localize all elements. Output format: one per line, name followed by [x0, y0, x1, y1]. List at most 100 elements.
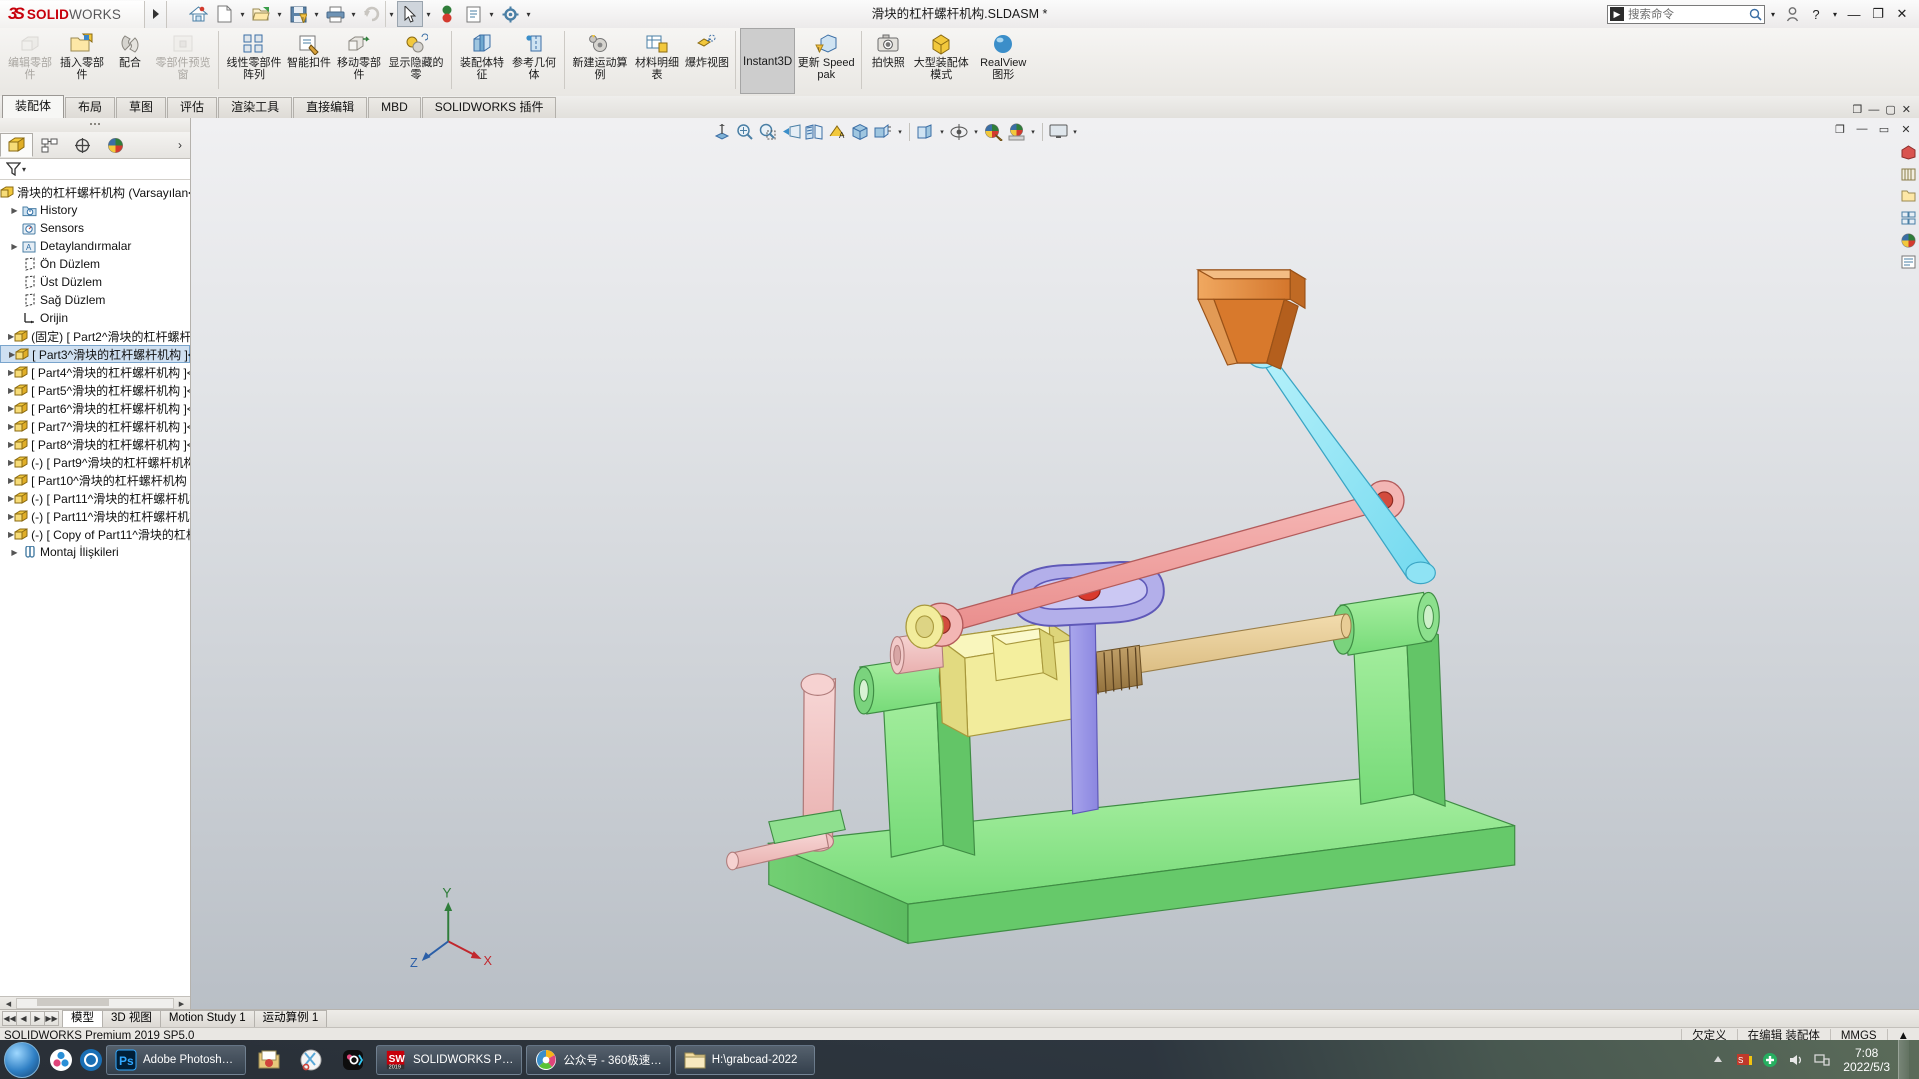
file-properties-icon[interactable]: [460, 1, 486, 27]
file-properties-dropdown[interactable]: ▾: [486, 1, 497, 27]
bottom-tab-3[interactable]: 运动算例 1: [253, 1009, 328, 1028]
home-icon[interactable]: [185, 1, 211, 27]
tree-item[interactable]: 滑块的杠杆螺杆机构 (Varsayılan<G…: [0, 183, 190, 201]
windows-explorer-icon[interactable]: [46, 1044, 76, 1076]
tree-item[interactable]: Sağ Düzlem: [0, 291, 190, 309]
close-button[interactable]: ✕: [1891, 3, 1913, 25]
tree-item[interactable]: Ön Düzlem: [0, 255, 190, 273]
save-dropdown[interactable]: ▾: [311, 1, 322, 27]
scroll-track[interactable]: [16, 998, 174, 1009]
command-tab-1[interactable]: 布局: [65, 97, 116, 118]
panel-splitter-handle[interactable]: [0, 118, 190, 132]
tree-item[interactable]: ▶[ Part6^滑块的杠杆螺杆机构 ]<1: [0, 399, 190, 417]
gfx-minimize-icon[interactable]: —: [1868, 104, 1879, 116]
tree-item[interactable]: Üst Düzlem: [0, 273, 190, 291]
taskbar-clock[interactable]: 7:08 2022/5/3: [1843, 1046, 1890, 1074]
volume-icon[interactable]: [1787, 1051, 1805, 1069]
menu-expand-arrow[interactable]: [145, 0, 167, 28]
gfx-restore-icon[interactable]: ❐: [1853, 103, 1863, 116]
ribbon-button-bill-of-materials[interactable]: 材料明细表: [631, 28, 683, 94]
new-document-icon[interactable]: [211, 1, 237, 27]
restore-button[interactable]: ❐: [1867, 3, 1889, 25]
taskbar-item-snipping-tool[interactable]: [292, 1045, 330, 1075]
ribbon-button-new-motion-study[interactable]: 新建运动算例: [569, 28, 631, 94]
panel-expand-arrow[interactable]: ›: [178, 138, 190, 152]
ribbon-button-reference-geometry[interactable]: 参考几何体: [508, 28, 560, 94]
tree-item[interactable]: Orijin: [0, 309, 190, 327]
taskbar-item-solidworks-2019[interactable]: SW 2019 SOLIDWORKS P…: [376, 1044, 523, 1075]
taskbar-item-folder[interactable]: H:\grabcad-2022: [674, 1044, 815, 1075]
undo-icon[interactable]: [359, 1, 385, 27]
scroll-right-button[interactable]: ▶: [176, 999, 187, 1009]
bottom-tab-1[interactable]: 3D 视图: [102, 1009, 161, 1028]
tree-item[interactable]: Sensors: [0, 219, 190, 237]
tree-horizontal-scrollbar[interactable]: ◀ ▶: [0, 996, 190, 1010]
scroll-thumb[interactable]: [37, 999, 109, 1006]
taskbar-item-photoshop[interactable]: Ps Adobe Photosh…: [106, 1044, 246, 1075]
command-tab-4[interactable]: 渲染工具: [218, 97, 293, 118]
help-icon[interactable]: ?: [1805, 3, 1827, 25]
select-icon[interactable]: [397, 1, 423, 27]
tree-item[interactable]: ▶(固定) [ Part2^滑块的杠杆螺杆机机: [0, 327, 190, 345]
ribbon-button-exploded-view[interactable]: 爆炸视图: [683, 28, 731, 94]
tree-item[interactable]: ▶ (-) [ Copy of Part11^滑块的杠杆: [0, 525, 190, 543]
ribbon-button-realview-graphics[interactable]: RealView 图形: [972, 28, 1034, 94]
show-desktop-button[interactable]: [1898, 1040, 1909, 1079]
tree-item[interactable]: ▶[ Part3^滑块的杠杆螺杆机构 ]<1: [0, 345, 190, 363]
tree-item[interactable]: ▶ (-) [ Part11^滑块的杠杆螺杆机构: [0, 507, 190, 525]
options-dropdown[interactable]: ▾: [523, 1, 534, 27]
scroll-left-button[interactable]: ◀: [3, 999, 14, 1009]
tree-item[interactable]: ▶ Montaj İlişkileri: [0, 543, 190, 561]
tree-item[interactable]: ▶[ Part7^滑块的杠杆螺杆机构 ]<1: [0, 417, 190, 435]
ribbon-button-instant3d[interactable]: Instant3D: [740, 28, 796, 94]
tree-item[interactable]: ▶ History: [0, 201, 190, 219]
tree-expand-arrow[interactable]: ▶: [8, 242, 21, 251]
new-document-dropdown[interactable]: ▾: [237, 1, 248, 27]
command-tab-7[interactable]: SOLIDWORKS 插件: [421, 97, 557, 118]
ribbon-button-mate[interactable]: 配合: [108, 28, 152, 94]
tree-item[interactable]: ▶[ Part10^滑块的杠杆螺杆机构 ]<: [0, 471, 190, 489]
graphics-area[interactable]: A ▾ ▾ ▾ ▾ ▾ ❐ — ▭ ✕ Y X Z: [191, 118, 1919, 1010]
update-icon[interactable]: [1761, 1051, 1779, 1069]
security-icon[interactable]: S: [1735, 1051, 1753, 1069]
tray-expand-icon[interactable]: [1709, 1051, 1727, 1069]
gfx-close-icon[interactable]: ✕: [1902, 103, 1911, 116]
media-player-icon[interactable]: [76, 1044, 106, 1076]
bottom-tab-0[interactable]: 模型: [62, 1009, 103, 1028]
taskbar-item-ocr-tool[interactable]: [334, 1045, 372, 1075]
feature-manager-tab[interactable]: [0, 133, 33, 157]
ribbon-button-insert-component[interactable]: 插入零部件: [56, 28, 108, 94]
bottom-tab-2[interactable]: Motion Study 1: [159, 1009, 255, 1028]
tree-filter-bar[interactable]: ▾: [0, 159, 190, 180]
command-tab-2[interactable]: 草图: [116, 97, 167, 118]
first-tab-button[interactable]: ◀◀: [2, 1011, 17, 1026]
next-tab-button[interactable]: ▶: [30, 1011, 45, 1026]
command-tab-6[interactable]: MBD: [368, 97, 421, 118]
taskbar-item-folder-photo[interactable]: [250, 1045, 288, 1075]
open-document-dropdown[interactable]: ▾: [274, 1, 285, 27]
assembly-model-3d[interactable]: Y X Z: [191, 118, 1919, 1010]
taskbar-item-360-browser[interactable]: 公众号 - 360极速…: [526, 1044, 671, 1075]
command-tab-3[interactable]: 评估: [167, 97, 218, 118]
command-tab-0[interactable]: 装配体: [2, 95, 65, 118]
search-input[interactable]: ▶ 搜索命令: [1607, 4, 1765, 24]
tree-expand-arrow[interactable]: ▶: [8, 548, 21, 557]
rebuild-icon[interactable]: [434, 1, 460, 27]
ribbon-button-take-snapshot[interactable]: 拍快照: [866, 28, 910, 94]
undo-dropdown[interactable]: ▾: [385, 1, 397, 27]
ribbon-button-update-speedpak[interactable]: ! 更新 Speedpak: [795, 28, 857, 94]
ribbon-button-assembly-features[interactable]: 装配体特征: [456, 28, 508, 94]
last-tab-button[interactable]: ▶▶: [44, 1011, 59, 1026]
select-dropdown[interactable]: ▾: [423, 1, 434, 27]
ribbon-button-move-component[interactable]: 移动零部件: [333, 28, 385, 94]
open-document-icon[interactable]: [248, 1, 274, 27]
options-icon[interactable]: [497, 1, 523, 27]
print-dropdown[interactable]: ▾: [348, 1, 359, 27]
gfx-maximize-icon[interactable]: ▢: [1885, 103, 1895, 116]
filter-dropdown-arrow[interactable]: ▾: [22, 165, 26, 174]
help-dropdown[interactable]: ▾: [1829, 3, 1841, 25]
search-dropdown[interactable]: ▾: [1767, 3, 1779, 25]
network-icon[interactable]: [1813, 1051, 1831, 1069]
ribbon-button-large-assembly-mode[interactable]: 大型装配体模式: [910, 28, 972, 94]
tree-item[interactable]: ▶ (-) [ Part9^滑块的杠杆螺杆机构: [0, 453, 190, 471]
